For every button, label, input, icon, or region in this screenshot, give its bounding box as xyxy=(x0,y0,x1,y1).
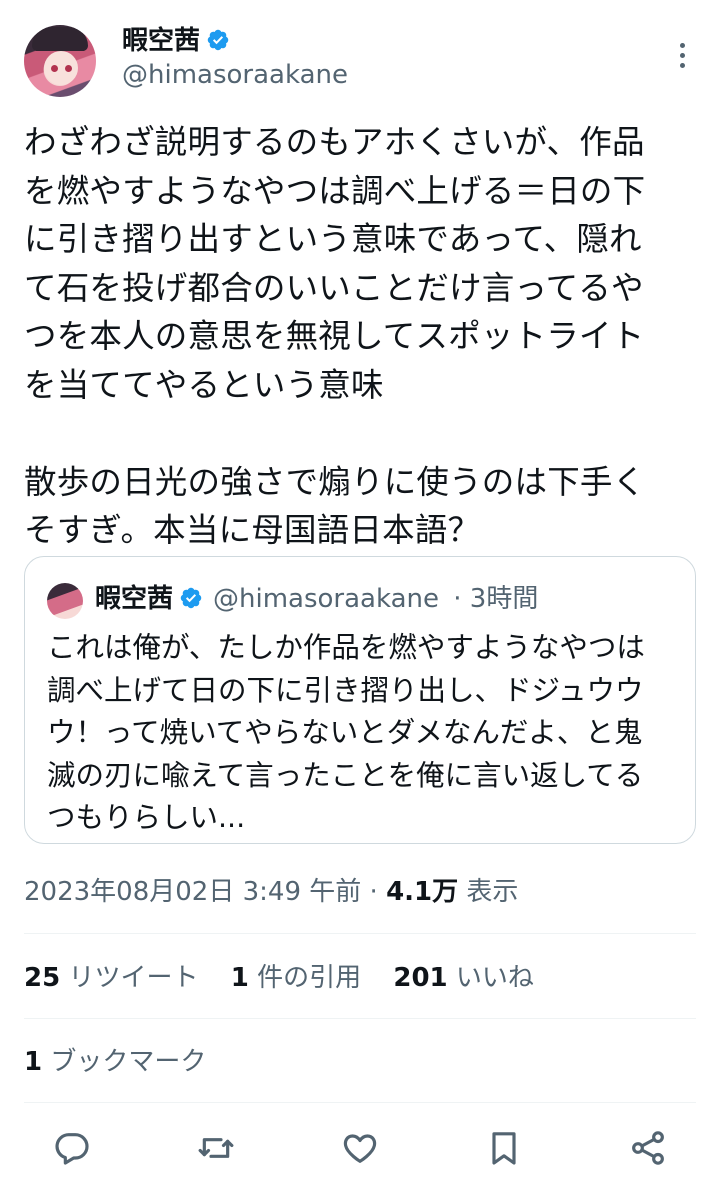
quoted-tweet-text: これは俺が、たしか作品を燃やすようなやつは 調べ上げて日の下に引き摺り出し、ドジ… xyxy=(47,631,645,834)
tweet-text: わざわざ説明するのもアホくさいが、作品 を燃やすようなやつは調べ上げる＝日の下 … xyxy=(24,123,646,549)
action-bar xyxy=(24,1120,696,1176)
author-handle[interactable]: @himasoraakane xyxy=(122,58,348,92)
retweet-icon[interactable] xyxy=(196,1128,236,1168)
divider xyxy=(24,933,696,934)
verified-badge-icon xyxy=(207,29,229,51)
bookmarks-label: ブックマーク xyxy=(50,1047,207,1077)
divider xyxy=(24,1102,696,1103)
avatar-eye xyxy=(65,65,72,72)
avatar-hat xyxy=(32,27,88,51)
quoted-time: · 3時間 xyxy=(453,584,539,614)
more-options-icon[interactable] xyxy=(672,40,692,70)
avatar-eye xyxy=(51,65,58,72)
reply-icon[interactable] xyxy=(52,1128,92,1168)
retweets-count: 25 xyxy=(24,963,61,993)
tweet-meta: 2023年08月02日 3:49 午前 · 4.1万 表示 xyxy=(24,872,518,912)
views-count: 4.1万 xyxy=(386,877,459,907)
engagement-stats: 25 リツイート 1 件の引用 201 いいね xyxy=(24,956,534,1000)
bookmark-icon[interactable] xyxy=(484,1128,524,1168)
author-display-name[interactable]: 暇空茜 xyxy=(122,26,200,56)
quoted-tweet-card[interactable]: 暇空茜 @himasoraakane · 3時間 これは俺が、たしか作品を燃やすよ… xyxy=(24,556,696,844)
avatar[interactable] xyxy=(24,25,96,97)
quoted-avatar xyxy=(47,583,83,619)
quotes-stat[interactable]: 1 件の引用 xyxy=(231,963,361,993)
likes-stat[interactable]: 201 いいね xyxy=(393,963,534,993)
likes-label: いいね xyxy=(455,963,534,993)
quoted-tweet-header: 暇空茜 @himasoraakane · 3時間 xyxy=(95,581,538,617)
verified-badge-icon xyxy=(180,587,202,609)
likes-count: 201 xyxy=(393,963,448,993)
avatar-face xyxy=(44,51,78,85)
like-icon[interactable] xyxy=(340,1128,380,1168)
quoted-display-name: 暇空茜 xyxy=(95,584,174,614)
bookmarks-count: 1 xyxy=(24,1047,43,1077)
timestamp[interactable]: 2023年08月02日 3:49 午前 xyxy=(24,877,361,907)
quotes-label: 件の引用 xyxy=(257,963,362,993)
quoted-handle: @himasoraakane xyxy=(213,584,439,614)
meta-separator: · xyxy=(369,877,378,907)
retweets-stat[interactable]: 25 リツイート xyxy=(24,963,198,993)
retweets-label: リツイート xyxy=(68,963,199,993)
bookmarks-stat[interactable]: 1 ブックマーク xyxy=(24,1040,206,1084)
author-name-row[interactable]: 暇空茜 xyxy=(122,24,230,58)
divider xyxy=(24,1018,696,1019)
views-label: 表示 xyxy=(466,877,519,907)
share-icon[interactable] xyxy=(628,1128,668,1168)
quotes-count: 1 xyxy=(230,963,249,993)
